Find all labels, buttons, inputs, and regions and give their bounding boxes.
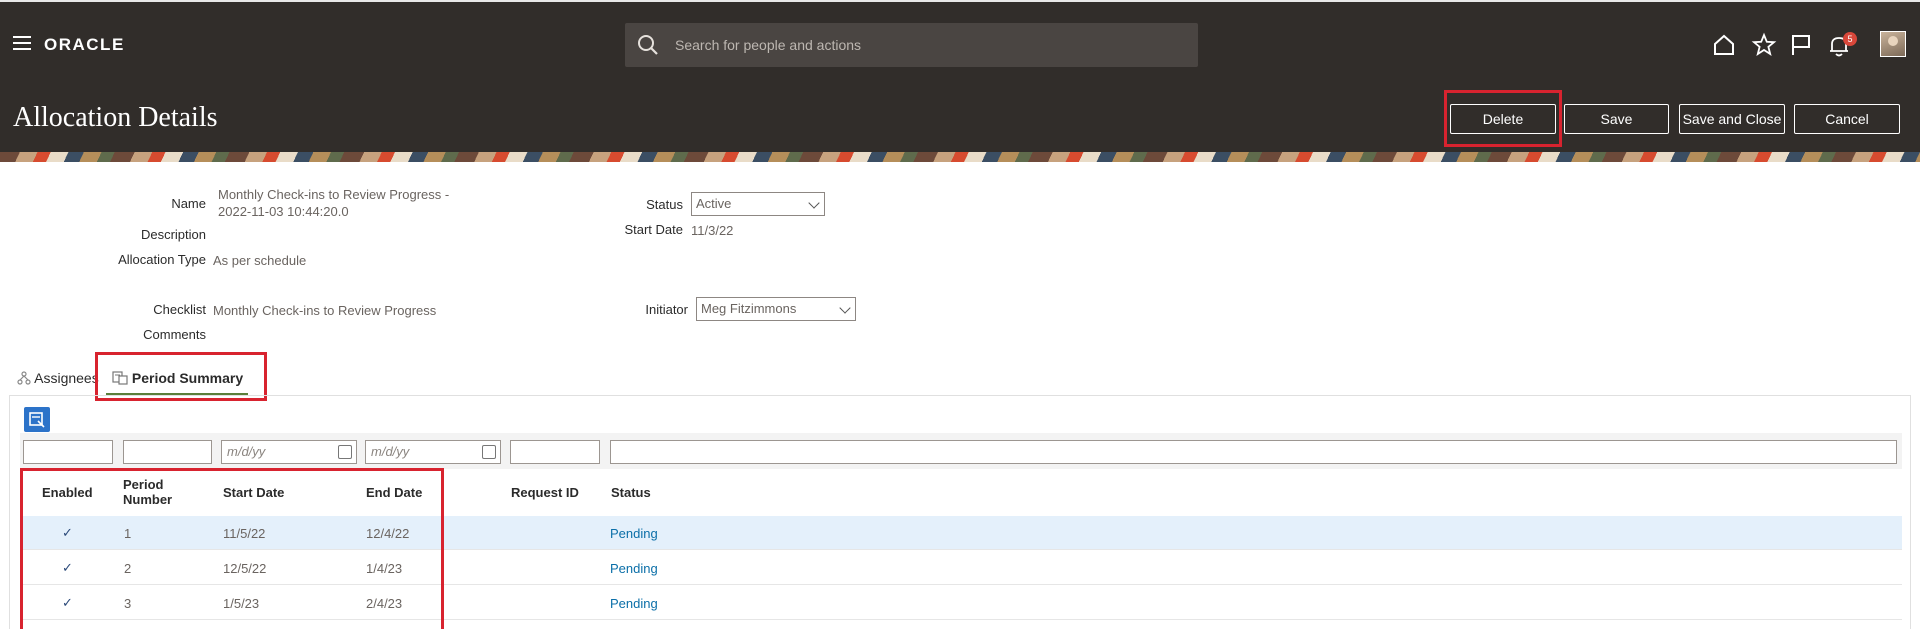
period-header-line1: Period bbox=[123, 477, 164, 492]
menu-icon[interactable] bbox=[13, 36, 31, 50]
global-search[interactable] bbox=[625, 23, 1198, 67]
notification-count-badge: 5 bbox=[1843, 32, 1857, 46]
calendar-icon[interactable] bbox=[338, 445, 352, 459]
save-button[interactable]: Save bbox=[1564, 104, 1669, 134]
calendar-icon[interactable] bbox=[482, 445, 496, 459]
table-row[interactable]: ✓ 2 12/5/22 1/4/23 Pending bbox=[20, 551, 1902, 585]
enabled-check-icon: ✓ bbox=[62, 525, 73, 540]
start-date-cell: 1/5/23 bbox=[223, 596, 260, 611]
column-header-start-date[interactable]: Start Date bbox=[223, 485, 284, 500]
column-header-status[interactable]: Status bbox=[611, 485, 651, 500]
column-header-request-id[interactable]: Request ID bbox=[511, 485, 579, 500]
period-number-cell: 3 bbox=[124, 596, 132, 611]
period-header-line2: Number bbox=[123, 492, 173, 507]
initiator-select[interactable]: Meg Fitzimmons bbox=[696, 297, 856, 321]
name-value-line2: 2022-11-03 10:44:20.0 bbox=[218, 204, 349, 219]
start-date-label: Start Date bbox=[624, 222, 683, 237]
period-number-cell: 1 bbox=[124, 526, 132, 541]
tab-assignees-label: Assignees bbox=[34, 370, 99, 386]
save-and-close-button[interactable]: Save and Close bbox=[1679, 104, 1785, 134]
end-date-cell: 12/4/22 bbox=[366, 526, 410, 541]
enabled-check-icon: ✓ bbox=[62, 595, 73, 610]
tab-assignees[interactable]: Assignees bbox=[17, 370, 99, 386]
search-icon bbox=[638, 35, 658, 55]
table-row[interactable]: ✓ 1 11/5/22 12/4/22 Pending bbox=[20, 516, 1902, 550]
column-header-period-number[interactable]: Period Number bbox=[123, 477, 172, 507]
flag-icon[interactable] bbox=[1788, 32, 1814, 58]
filter-enabled-input[interactable] bbox=[23, 440, 113, 464]
start-date-cell: 11/5/22 bbox=[223, 526, 266, 541]
end-date-cell: 1/4/23 bbox=[366, 561, 403, 576]
decorative-banner bbox=[0, 152, 1920, 162]
app-window: ORACLE 5 Allocation Details Delete Save … bbox=[0, 0, 1920, 629]
table-row[interactable]: ✓ 3 1/5/23 2/4/23 Pending bbox=[20, 586, 1902, 620]
filter-status-input[interactable] bbox=[610, 440, 1897, 464]
initiator-label: Initiator bbox=[645, 302, 688, 317]
chevron-down-icon bbox=[839, 302, 851, 314]
allocation-type-value: As per schedule bbox=[213, 253, 307, 268]
status-link[interactable]: Pending bbox=[610, 561, 658, 576]
tab-period-summary[interactable]: Period Summary bbox=[112, 370, 243, 386]
page-header: Allocation Details Delete Save Save and … bbox=[0, 84, 1920, 152]
cancel-button[interactable]: Cancel bbox=[1794, 104, 1900, 134]
tab-period-summary-label: Period Summary bbox=[131, 370, 244, 386]
status-label: Status bbox=[646, 197, 683, 212]
status-link[interactable]: Pending bbox=[610, 596, 658, 611]
search-input[interactable] bbox=[675, 23, 1175, 67]
query-by-example-button[interactable] bbox=[24, 407, 50, 432]
filter-start-date-input[interactable]: m/d/yy bbox=[221, 440, 357, 464]
checklist-value: Monthly Check-ins to Review Progress bbox=[213, 303, 437, 318]
name-label: Name bbox=[171, 196, 206, 211]
filter-table-icon bbox=[29, 412, 45, 428]
column-header-enabled[interactable]: Enabled bbox=[42, 485, 93, 500]
home-icon[interactable] bbox=[1711, 32, 1737, 58]
period-number-cell: 2 bbox=[124, 561, 132, 576]
end-date-cell: 2/4/23 bbox=[366, 596, 403, 611]
start-date-value: 11/3/22 bbox=[691, 223, 734, 238]
start-date-cell: 12/5/22 bbox=[223, 561, 267, 576]
status-select[interactable]: Active bbox=[691, 192, 825, 216]
comments-label: Comments bbox=[143, 327, 206, 342]
filter-end-date-input[interactable]: m/d/yy bbox=[365, 440, 501, 464]
global-header: ORACLE 5 bbox=[0, 0, 1920, 84]
hierarchy-icon bbox=[17, 371, 31, 385]
allocation-type-label: Allocation Type bbox=[118, 252, 206, 267]
user-avatar[interactable] bbox=[1880, 31, 1906, 57]
status-link[interactable]: Pending bbox=[610, 526, 658, 541]
enabled-check-icon: ✓ bbox=[62, 560, 73, 575]
column-header-end-date[interactable]: End Date bbox=[366, 485, 422, 500]
page-title: Allocation Details bbox=[13, 102, 218, 133]
name-value-line1: Monthly Check-ins to Review Progress - bbox=[218, 187, 450, 202]
start-date-placeholder: m/d/yy bbox=[227, 444, 266, 459]
favorites-star-icon[interactable] bbox=[1751, 32, 1777, 58]
checklist-label: Checklist bbox=[153, 302, 206, 317]
status-select-value: Active bbox=[696, 196, 732, 211]
delete-button[interactable]: Delete bbox=[1450, 104, 1556, 134]
description-label: Description bbox=[140, 227, 206, 242]
chevron-down-icon bbox=[808, 197, 820, 209]
initiator-select-value: Meg Fitzimmons bbox=[701, 301, 797, 316]
period-summary-icon bbox=[112, 371, 128, 385]
filter-period-number-input[interactable] bbox=[123, 440, 212, 464]
oracle-logo[interactable]: ORACLE bbox=[44, 35, 125, 55]
filter-request-id-input[interactable] bbox=[510, 440, 600, 464]
end-date-placeholder: m/d/yy bbox=[371, 444, 410, 459]
